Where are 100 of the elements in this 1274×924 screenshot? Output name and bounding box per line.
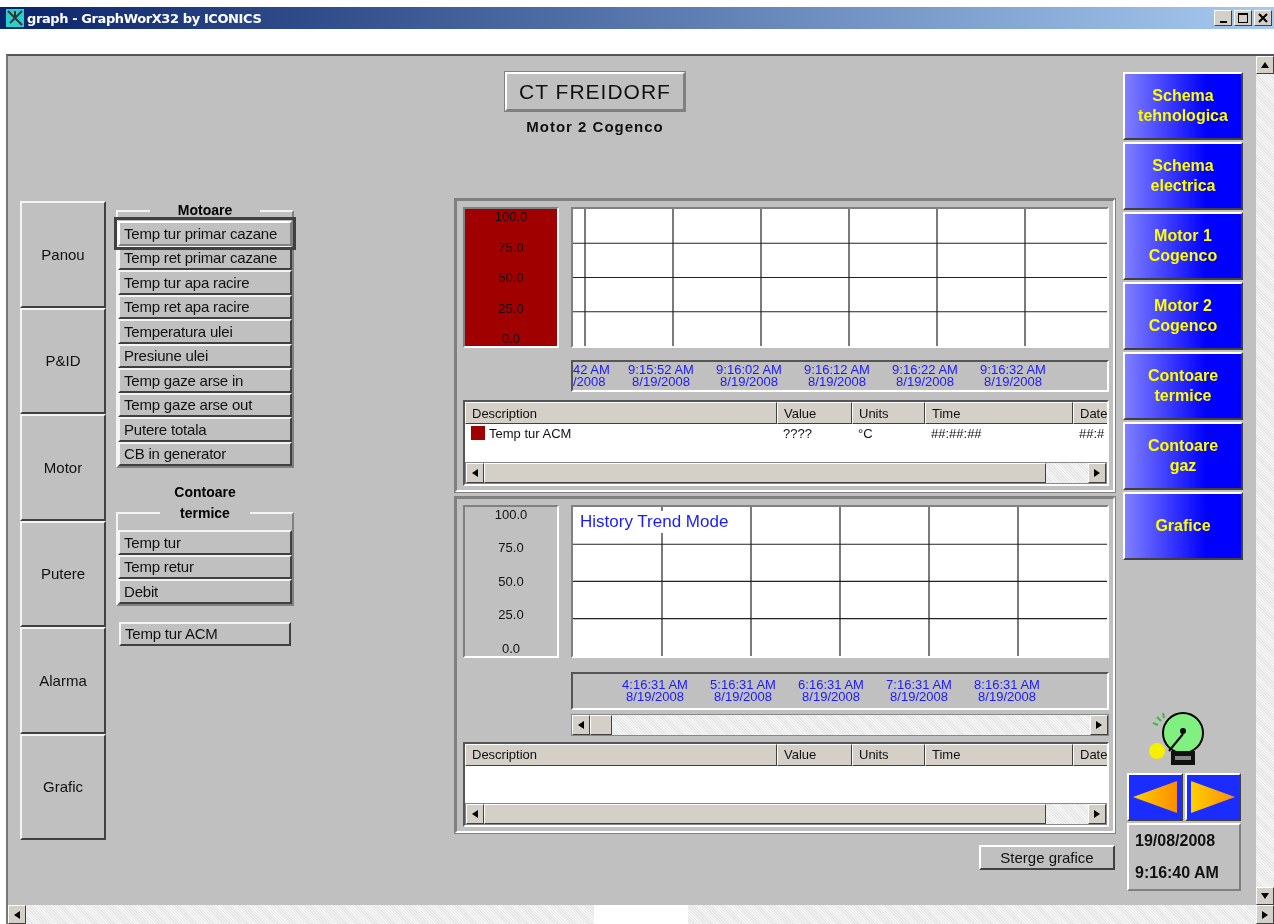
horizontal-scrollbar[interactable]	[465, 462, 1107, 484]
date-label: 8/19/2008	[978, 690, 1036, 703]
time-label: 42 AM	[573, 364, 610, 376]
time-label: 9:16:32 AM	[980, 364, 1046, 376]
right-arrow-icon	[1189, 779, 1237, 815]
window-title: graph - GraphWorX32 by ICONICS	[27, 10, 262, 26]
date-label: 8/19/2008	[896, 376, 954, 388]
screen-button[interactable]: Contoare gaz	[1123, 422, 1243, 490]
column-header[interactable]: Date	[1073, 743, 1107, 766]
list-button[interactable]: CB in generator	[118, 441, 292, 466]
date-label: 8/19/2008	[632, 376, 690, 388]
list-button[interactable]: Temp gaze arse in	[118, 368, 292, 393]
scroll-thumb[interactable]	[590, 714, 612, 735]
horizontal-scrollbar[interactable]	[571, 713, 1109, 736]
left-arrow-icon	[1131, 779, 1179, 815]
scroll-thumb[interactable]	[484, 463, 1046, 483]
time-label: 5:16:31 AM	[710, 678, 776, 691]
nav-button[interactable]: Motor	[20, 414, 106, 521]
scroll-right-icon[interactable]	[1094, 810, 1100, 818]
maximize-button[interactable]	[1234, 10, 1252, 26]
column-header[interactable]: Units	[852, 743, 925, 766]
scroll-thumb[interactable]	[594, 905, 688, 924]
list-button[interactable]: Temperatura ulei	[118, 319, 292, 344]
close-icon	[1258, 13, 1268, 23]
nav-button[interactable]: P&ID	[20, 307, 106, 414]
list-button[interactable]: Putere totala	[118, 417, 292, 442]
screen-button[interactable]: Schema tehnologica	[1123, 72, 1243, 140]
list-button[interactable]: Temp tur	[118, 530, 292, 555]
table-cell-text: ##:#	[1078, 425, 1106, 441]
scroll-thumb[interactable]	[484, 804, 1046, 824]
list-button[interactable]: Debit	[118, 579, 292, 604]
scale-label: 75.0	[498, 540, 524, 556]
date-label: 8/19/2008	[808, 376, 866, 388]
screen-button[interactable]: Motor 2 Cogenco	[1123, 282, 1243, 350]
table-cell-text: °C	[857, 425, 874, 441]
column-header[interactable]: Description	[465, 743, 777, 766]
maximize-icon	[1238, 13, 1248, 23]
date-label: /2008	[573, 376, 606, 388]
scroll-right-icon[interactable]	[1262, 910, 1268, 919]
date-label: 8/19/2008	[984, 376, 1042, 388]
scroll-right-icon[interactable]	[1096, 720, 1102, 729]
scroll-left-icon[interactable]	[472, 469, 478, 477]
time-label: 9:16:22 AM	[892, 364, 958, 376]
screen-button[interactable]: Contoare termice	[1123, 352, 1243, 420]
table-cell: Temp tur ACM	[489, 425, 572, 441]
column-header[interactable]: Value	[777, 402, 852, 424]
nav-button[interactable]: Alarma	[20, 627, 106, 734]
column-header[interactable]: Date	[1073, 402, 1107, 424]
scroll-up-icon[interactable]	[1261, 62, 1269, 68]
scale-label: 0.0	[501, 640, 521, 656]
list-button[interactable]: Temp tur ACM	[119, 621, 291, 646]
time-label: 8:16:31 AM	[974, 678, 1040, 691]
minimize-button[interactable]	[1214, 10, 1232, 26]
minimize-icon	[1219, 20, 1227, 23]
list-button[interactable]: Temp retur	[118, 554, 292, 579]
scroll-right-icon[interactable]	[1094, 469, 1100, 477]
previous-button[interactable]	[1127, 773, 1183, 821]
scale-label: 100.0	[494, 507, 528, 522]
scale-label: 25.0	[498, 607, 524, 623]
scroll-down-icon[interactable]	[1261, 893, 1269, 899]
clear-charts-button[interactable]: Sterge grafice	[979, 845, 1115, 870]
scale-label: 100.0	[494, 209, 528, 224]
date-label: 8/19/2008	[720, 376, 778, 388]
column-header[interactable]: Description	[465, 402, 777, 424]
column-header[interactable]: Units	[852, 402, 925, 424]
horizontal-scrollbar[interactable]	[465, 803, 1107, 825]
scale-label: 50.0	[498, 270, 524, 285]
nav-button[interactable]: Grafic	[20, 733, 106, 840]
time-label: 9:15:52 AM	[628, 364, 694, 376]
screen-button[interactable]: Grafice	[1123, 492, 1243, 560]
scroll-left-icon[interactable]	[14, 910, 20, 919]
date-label: 8/19/2008	[626, 690, 684, 703]
list-button[interactable]: Temp tur apa racire	[118, 270, 292, 295]
list-button[interactable]: Temp ret apa racire	[118, 294, 292, 319]
list-button[interactable]: Temp gaze arse out	[118, 392, 292, 417]
scroll-left-icon[interactable]	[578, 720, 584, 729]
horizontal-scrollbar[interactable]	[8, 905, 1274, 924]
screen-button[interactable]: Motor 1 Cogenco	[1123, 212, 1243, 280]
time-label: 4:16:31 AM	[622, 678, 688, 691]
scroll-left-icon[interactable]	[472, 810, 478, 818]
nav-button[interactable]: Panou	[20, 201, 106, 308]
list-button[interactable]: Presiune ulei	[118, 343, 292, 368]
time-label: 9:16:02 AM	[716, 364, 782, 376]
time-text: 9:16:40 AM	[1135, 864, 1220, 882]
date-label: 8/19/2008	[802, 690, 860, 703]
column-header[interactable]: Value	[777, 743, 852, 766]
date-label: 8/19/2008	[714, 690, 772, 703]
time-label: 7:16:31 AM	[886, 678, 952, 691]
scale-label: 50.0	[498, 573, 524, 589]
plant-title: CT FREIDORF	[505, 72, 685, 111]
next-button[interactable]	[1185, 773, 1241, 821]
nav-button[interactable]: Putere	[20, 520, 106, 627]
time-label: 9:16:12 AM	[804, 364, 870, 376]
screen-button[interactable]: Schema electrica	[1123, 142, 1243, 210]
close-button[interactable]	[1254, 10, 1272, 26]
column-header[interactable]: Time	[925, 743, 1073, 766]
column-header[interactable]: Time	[925, 402, 1073, 424]
scale-label: 0.0	[501, 331, 521, 346]
table-cell-text: ????	[782, 425, 813, 441]
table-cell-text: ##:##:##	[930, 425, 983, 441]
